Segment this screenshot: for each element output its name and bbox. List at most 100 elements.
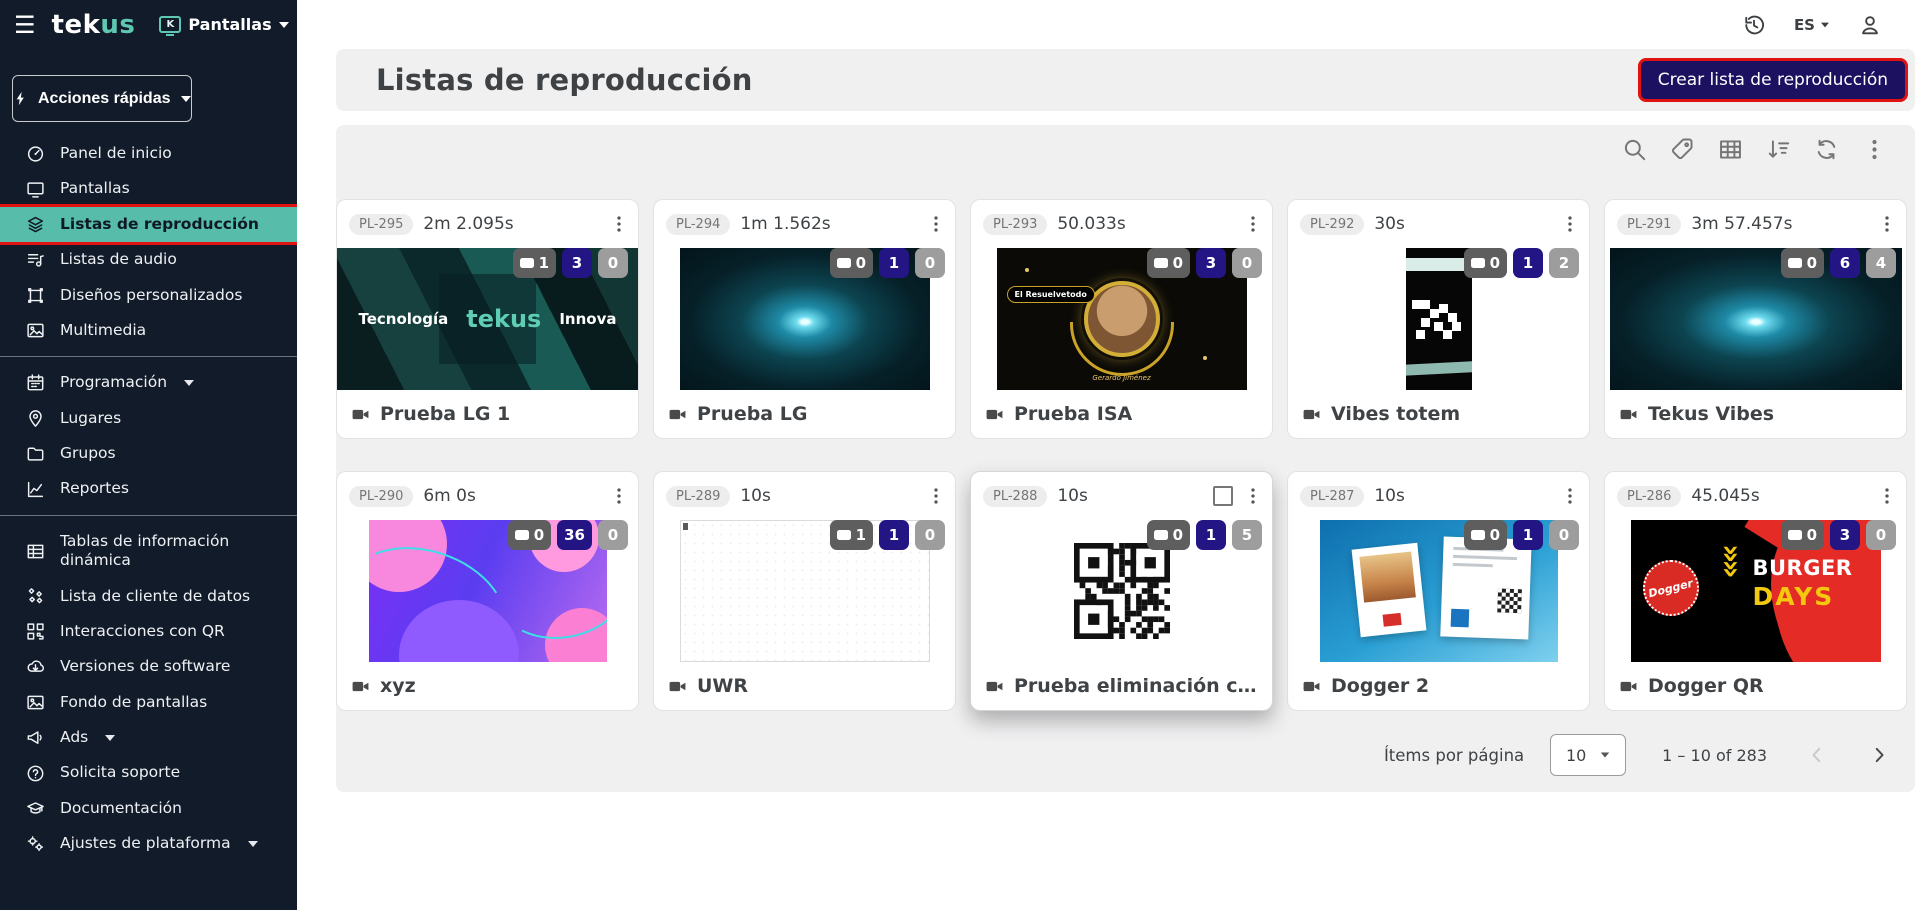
thumbnail-zone: 010	[1288, 520, 1589, 662]
tag-icon[interactable]	[1670, 137, 1695, 162]
card-menu-button more-icon[interactable]	[926, 486, 946, 506]
sidebar-item-programacion[interactable]: Programación	[0, 365, 297, 400]
chevron-down-icon	[279, 22, 289, 28]
secondary-count-badge: 0	[598, 248, 628, 278]
sidebar-item-ajustes-de-plataforma[interactable]: Ajustes de plataforma	[0, 826, 297, 861]
chevron-down-icon	[105, 735, 115, 741]
sidebar-item-lugares[interactable]: Lugares	[0, 401, 297, 436]
card-checkbox[interactable]	[1213, 486, 1233, 506]
card-menu-button more-icon[interactable]	[926, 214, 946, 234]
playlist-card-pl-286[interactable]: PL-28645.045sDogger»»BURGERDAYS030Dogger…	[1604, 471, 1907, 711]
sidebar-item-ads[interactable]: Ads	[0, 720, 297, 755]
content-count-badge: 3	[1830, 520, 1860, 550]
card-menu-button more-icon[interactable]	[1877, 486, 1897, 506]
sidebar-item-disenos-personalizados[interactable]: Diseños personalizados	[0, 278, 297, 313]
sidebar-item-interacciones-con-qr[interactable]: Interacciones con QR	[0, 614, 297, 649]
previous-page-button[interactable]	[1807, 745, 1827, 765]
sync-icon[interactable]	[1814, 137, 1839, 162]
thumbnail-zone: El ResuelvetodoGerardo Jiménez030	[971, 248, 1272, 390]
sidebar-item-lista-de-cliente-de-datos[interactable]: Lista de cliente de datos	[0, 579, 297, 614]
card-menu-button more-icon[interactable]	[1243, 486, 1263, 506]
card-menu-button more-icon[interactable]	[1560, 214, 1580, 234]
frame-icon	[26, 286, 45, 305]
user-icon[interactable]	[1858, 13, 1882, 37]
playlist-id-badge: PL-292	[1300, 214, 1364, 235]
sidebar-item-grupos[interactable]: Grupos	[0, 436, 297, 471]
calendar-icon	[26, 373, 45, 392]
history-icon[interactable]	[1742, 13, 1766, 37]
thumbnail-zone: 0360	[337, 520, 638, 662]
card-menu-button more-icon[interactable]	[1560, 486, 1580, 506]
playlist-card-pl-291[interactable]: PL-2913m 57.457s064Tekus Vibes	[1604, 199, 1907, 439]
thumbnail-zone: 064	[1605, 248, 1906, 390]
sidebar-item-panel-de-inicio[interactable]: Panel de inicio	[0, 136, 297, 171]
sidebar-item-versiones-de-software[interactable]: Versiones de software	[0, 649, 297, 684]
sidebar-item-documentacion[interactable]: Documentación	[0, 791, 297, 826]
playlist-card-pl-288[interactable]: PL-28810s015Prueba eliminación cont…	[970, 471, 1273, 711]
secondary-count-badge: 0	[598, 520, 628, 550]
card-footer: Dogger 2	[1288, 662, 1589, 710]
page-title: Listas de reproducción	[376, 63, 753, 97]
language-selector[interactable]: ES	[1794, 16, 1830, 34]
table-grid-icon[interactable]	[1718, 137, 1743, 162]
sidebar-item-solicita-soporte[interactable]: Solicita soporte	[0, 755, 297, 790]
playlist-card-pl-289[interactable]: PL-28910s110UWR	[653, 471, 956, 711]
workspace-selector[interactable]: K Pantallas	[159, 15, 288, 34]
app-window: ☰ tekus K Pantallas Acciones rápidas Pan…	[0, 0, 1920, 910]
page-nav	[1807, 745, 1889, 765]
thumbnail-zone: 010	[654, 248, 955, 390]
quick-actions-button[interactable]: Acciones rápidas	[12, 75, 192, 122]
sidebar-item-label: Tablas de información dinámica	[60, 532, 270, 571]
playlist-card-pl-293[interactable]: PL-29350.033sEl ResuelvetodoGerardo Jimé…	[970, 199, 1273, 439]
qr-icon	[26, 622, 45, 641]
audio-list-icon	[26, 250, 45, 269]
secondary-count-badge: 4	[1866, 248, 1896, 278]
chevron-down-icon	[1601, 752, 1610, 757]
create-playlist-button[interactable]: Crear lista de reproducción	[1638, 58, 1908, 102]
sort-icon[interactable]	[1766, 137, 1791, 162]
sidebar-item-multimedia[interactable]: Multimedia	[0, 313, 297, 348]
screen-icon	[520, 258, 534, 268]
sidebar-item-listas-de-audio[interactable]: Listas de audio	[0, 242, 297, 277]
page-size-select[interactable]: 10	[1550, 734, 1626, 776]
folder-icon	[26, 444, 45, 463]
secondary-count-badge: 0	[1232, 248, 1262, 278]
sidebar-item-listas-de-reproduccion[interactable]: Listas de reproducción	[0, 207, 297, 242]
thumbnail-zone: Dogger»»BURGERDAYS030	[1605, 520, 1906, 662]
card-menu-button more-icon[interactable]	[1877, 214, 1897, 234]
playlist-card-pl-294[interactable]: PL-2941m 1.562s010Prueba LG	[653, 199, 956, 439]
screens-count-badge: 0	[508, 520, 551, 550]
card-header: PL-2952m 2.095s	[337, 200, 638, 248]
card-badges: 012	[1464, 248, 1579, 278]
sidebar-item-label: Lugares	[60, 409, 121, 428]
card-badges: 030	[1147, 248, 1262, 278]
playlist-card-pl-295[interactable]: PL-2952m 2.095sTecnologíatekusInnova130P…	[336, 199, 639, 439]
sidebar-item-pantallas[interactable]: Pantallas	[0, 171, 297, 206]
more-icon[interactable]	[1862, 137, 1887, 162]
screen-icon	[1154, 530, 1168, 540]
playlist-card-pl-292[interactable]: PL-29230s012Vibes totem	[1287, 199, 1590, 439]
playlist-duration: 10s	[1374, 486, 1405, 506]
tekus-logo[interactable]: tekus	[52, 10, 136, 40]
card-menu-button more-icon[interactable]	[609, 214, 629, 234]
content-count-badge: 1	[879, 248, 909, 278]
sidebar-item-reportes[interactable]: Reportes	[0, 471, 297, 506]
workspace-label: Pantallas	[188, 15, 271, 34]
search-icon[interactable]	[1622, 137, 1647, 162]
next-page-button[interactable]	[1869, 745, 1889, 765]
card-menu-button more-icon[interactable]	[609, 486, 629, 506]
sidebar-item-label: Grupos	[60, 444, 116, 463]
playlist-card-pl-290[interactable]: PL-2906m 0s0360xyz	[336, 471, 639, 711]
playlist-id-badge: PL-289	[666, 486, 730, 507]
topbar: ES	[297, 0, 1920, 49]
thumbnail-zone: 015	[971, 520, 1272, 662]
sidebar-item-fondo-de-pantallas[interactable]: Fondo de pantallas	[0, 685, 297, 720]
chart-icon	[26, 480, 45, 499]
image-icon	[26, 693, 45, 712]
card-header: PL-28645.045s	[1605, 472, 1906, 520]
sidebar-item-tablas-de-informacion-dinamica[interactable]: Tablas de información dinámica	[0, 524, 297, 579]
hamburger-menu-icon[interactable]: ☰	[14, 13, 36, 37]
screens-count-badge: 0	[1781, 520, 1824, 550]
playlist-card-pl-287[interactable]: PL-28710s010Dogger 2	[1287, 471, 1590, 711]
card-menu-button more-icon[interactable]	[1243, 214, 1263, 234]
